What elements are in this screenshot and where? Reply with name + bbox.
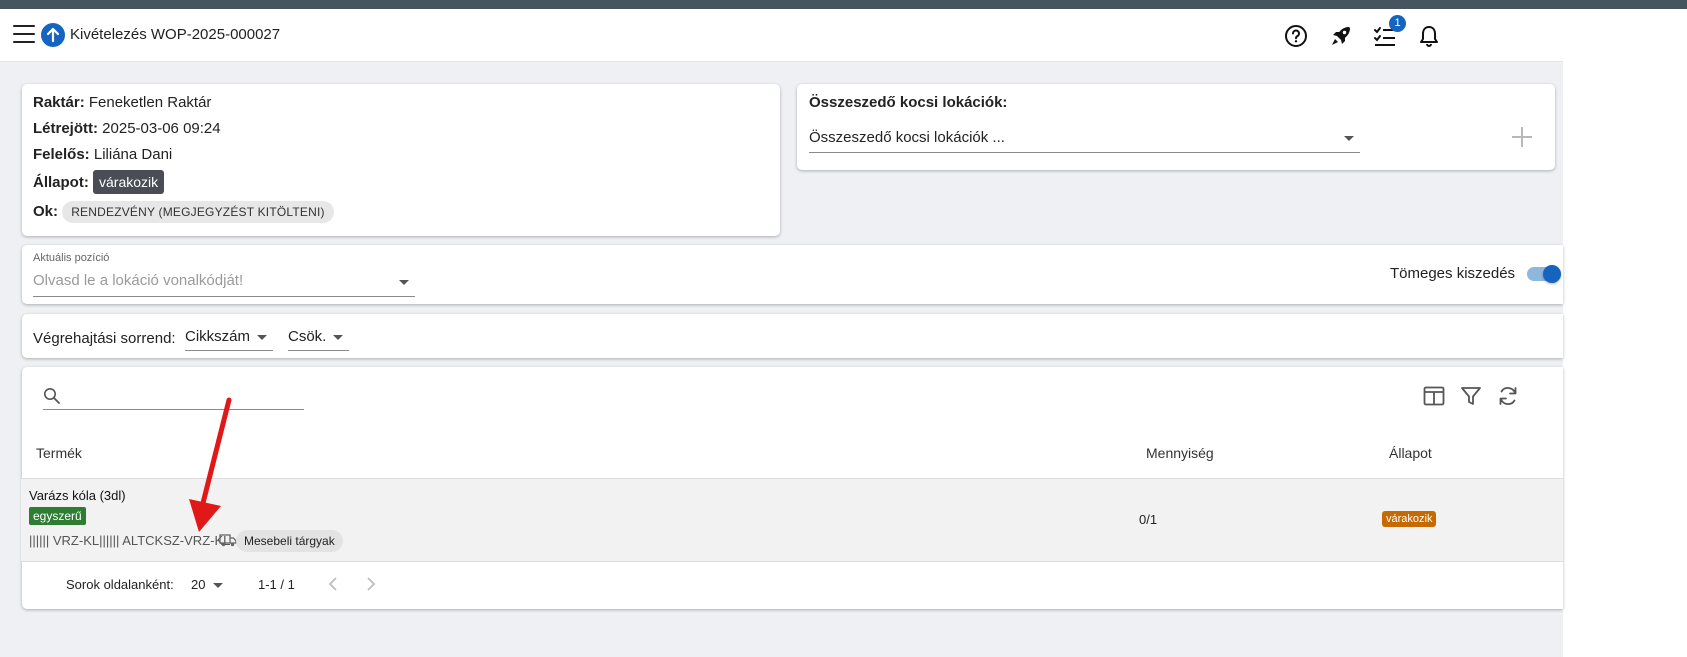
- cart-select-text: Összeszedő kocsi lokációk ...: [809, 129, 1005, 146]
- chevron-down-icon: [257, 335, 267, 340]
- chevron-down-icon: [213, 583, 223, 588]
- product-type-chip: egyszerű: [29, 507, 86, 525]
- product-quantity: 0/1: [1139, 512, 1158, 527]
- bulk-picking-toggle-thumb[interactable]: [1543, 265, 1561, 283]
- filter-icon[interactable]: [1459, 384, 1483, 408]
- rows-per-page-label: Sorok oldalanként:: [66, 577, 174, 592]
- annotation-arrow-icon: [189, 397, 232, 532]
- responsible-value: Liliána Dani: [93, 146, 173, 163]
- rows-per-page-select[interactable]: 20: [191, 570, 227, 598]
- notification-badge: 1: [1389, 15, 1406, 32]
- pagination-range: 1-1 / 1: [258, 577, 295, 592]
- help-icon[interactable]: [1283, 23, 1309, 49]
- cart-locations-card: Összeszedő kocsi lokációk: Összeszedő ko…: [797, 84, 1555, 170]
- bulk-picking-label: Tömeges kiszedés: [1390, 265, 1516, 282]
- window-top-strip: [0, 0, 1687, 9]
- arrow-up-icon[interactable]: [41, 23, 65, 47]
- right-margin: [1563, 9, 1687, 657]
- responsible-label: Felelős:: [33, 146, 90, 163]
- next-page-icon[interactable]: [362, 575, 378, 593]
- execution-order-label: Végrehajtási sorrend:: [33, 330, 176, 347]
- column-header-quantity[interactable]: Mennyiség: [1146, 445, 1214, 461]
- product-category-chip: Mesebeli tárgyak: [236, 530, 343, 552]
- warehouse-value: Feneketlen Raktár: [88, 94, 212, 111]
- rows-per-page-value: 20: [191, 577, 206, 592]
- columns-icon[interactable]: [1422, 384, 1446, 408]
- responsible-line: Felelős: Liliána Dani: [33, 146, 172, 163]
- refresh-icon[interactable]: [1496, 384, 1520, 408]
- position-input[interactable]: Olvasd le a lokáció vonalkódját!: [33, 266, 415, 297]
- rocket-icon[interactable]: [1328, 23, 1354, 49]
- position-label: Aktuális pozíció: [33, 252, 110, 264]
- add-icon[interactable]: [1510, 125, 1534, 149]
- warehouse-label: Raktár:: [33, 94, 85, 111]
- chevron-down-icon: [399, 280, 409, 285]
- created-value: 2025-03-06 09:24: [102, 120, 221, 137]
- menu-icon[interactable]: [13, 25, 35, 45]
- column-header-status[interactable]: Állapot: [1389, 445, 1432, 461]
- column-header-product[interactable]: Termék: [36, 445, 82, 461]
- warehouse-line: Raktár: Feneketlen Raktár: [33, 94, 211, 111]
- product-status-chip: várakozik: [1382, 511, 1437, 527]
- chevron-down-icon: [333, 335, 343, 340]
- created-line: Létrejött: 2025-03-06 09:24: [33, 120, 221, 137]
- order-field-select[interactable]: Cikkszám: [185, 322, 273, 351]
- chevron-down-icon: [1344, 136, 1354, 141]
- cart-location-select[interactable]: Összeszedő kocsi lokációk ...: [809, 124, 1360, 153]
- product-name: Varázs kóla (3dl): [29, 488, 126, 503]
- reason-label: Ok:: [33, 203, 59, 220]
- order-info-card: Raktár: Feneketlen Raktár Létrejött: 202…: [22, 84, 780, 236]
- order-direction-value: Csök.: [288, 328, 327, 345]
- reason-chip: RENDEZVÉNY (MEGJEGYZÉST KITÖLTENI): [62, 201, 334, 223]
- bell-icon[interactable]: [1416, 23, 1442, 49]
- created-label: Létrejött:: [33, 120, 98, 137]
- reason-line: Ok: RENDEZVÉNY (MEGJEGYZÉST KITÖLTENI): [33, 201, 334, 223]
- status-label: Állapot:: [33, 174, 89, 191]
- order-field-value: Cikkszám: [185, 328, 251, 345]
- status-chip: várakozik: [93, 170, 165, 194]
- position-card: Aktuális pozíció Olvasd le a lokáció von…: [22, 245, 1563, 304]
- order-direction-select[interactable]: Csök.: [288, 322, 349, 351]
- app-bar: Kivételezés WOP-2025-000027 1: [0, 9, 1563, 62]
- prev-page-icon[interactable]: [326, 575, 342, 593]
- position-placeholder: Olvasd le a lokáció vonalkódját!: [33, 272, 244, 289]
- cart-title: Összeszedő kocsi lokációk:: [809, 94, 1008, 111]
- status-line: Állapot: várakozik: [33, 170, 165, 194]
- page-title: Kivételezés WOP-2025-000027: [70, 26, 281, 43]
- execution-order-card: Végrehajtási sorrend: Cikkszám Csök.: [22, 314, 1563, 358]
- search-input[interactable]: [43, 384, 304, 410]
